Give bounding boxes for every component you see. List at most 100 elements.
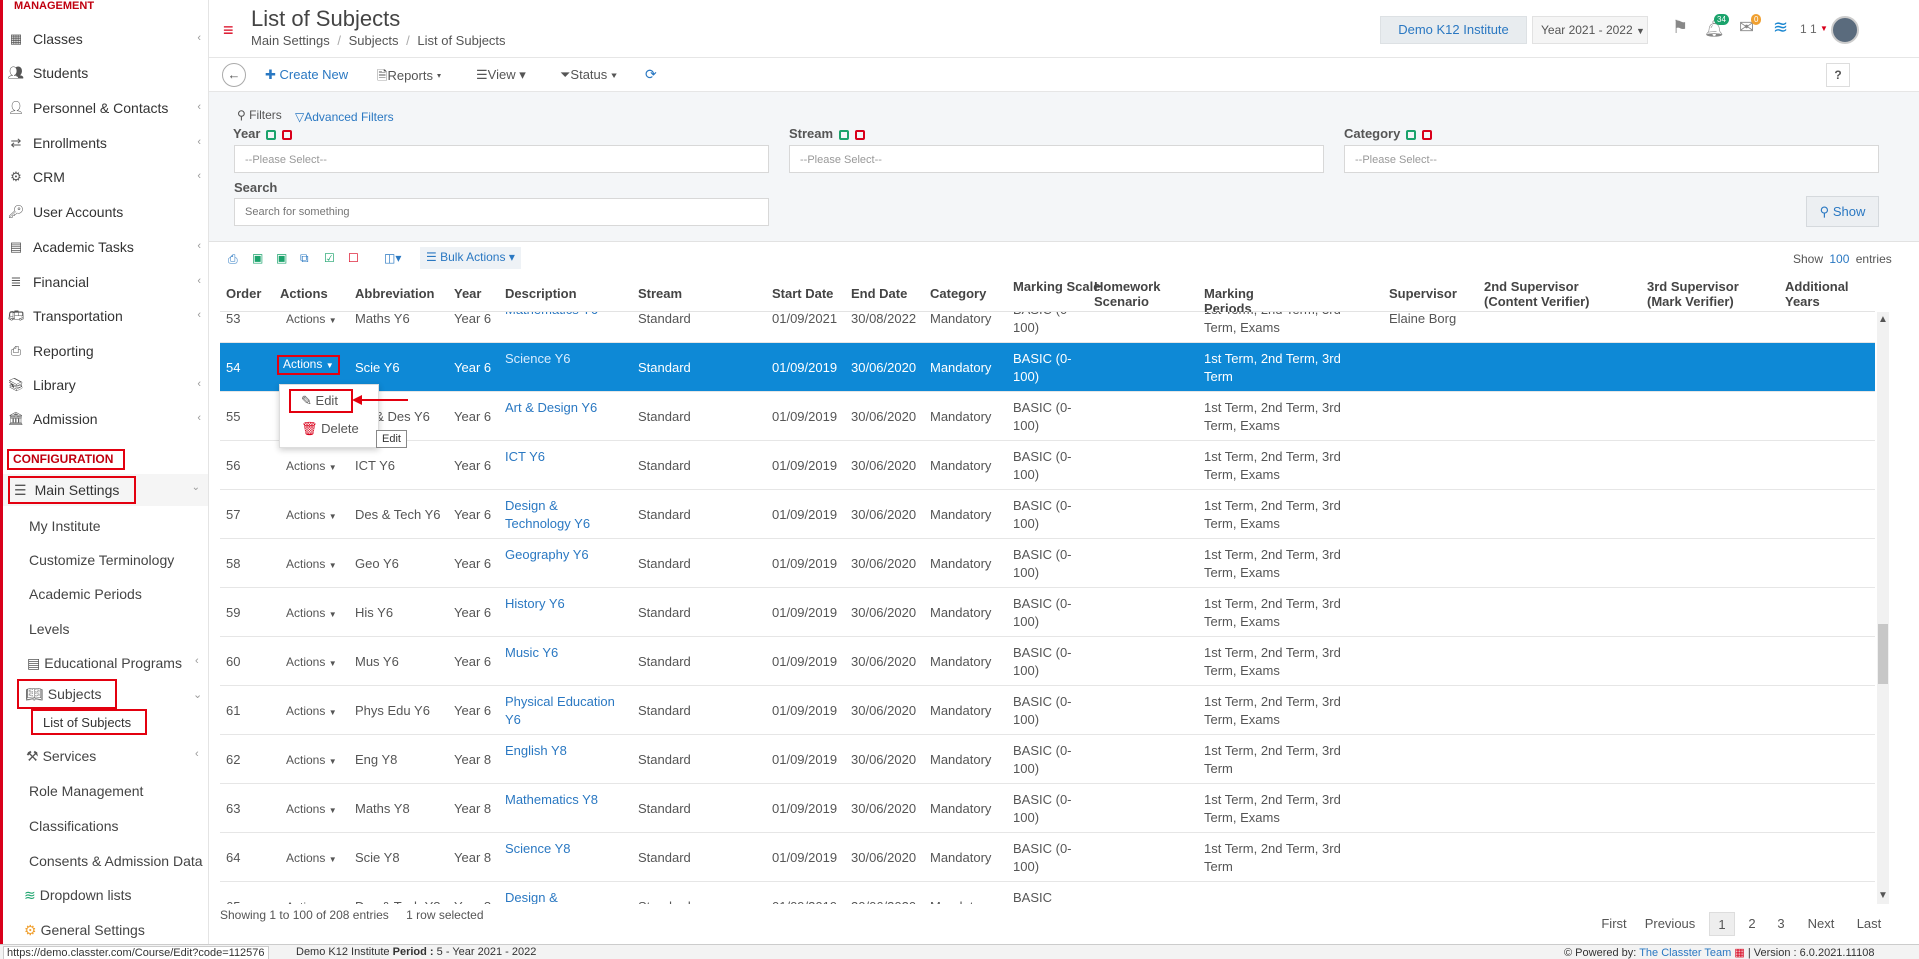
check-all-icon[interactable] bbox=[1406, 129, 1417, 140]
description-link[interactable]: Art & Design Y6 bbox=[505, 399, 625, 417]
actions-button[interactable]: Actions ▼ bbox=[286, 506, 337, 526]
column-header-category[interactable]: Category bbox=[930, 286, 986, 301]
description-link[interactable]: Design & bbox=[505, 889, 625, 904]
year-select[interactable]: Year 2021 - 2022 ▼ bbox=[1532, 16, 1648, 44]
table-row[interactable]: 63 Actions ▼ Maths Y8 Year 8 Mathematics Y8 S… bbox=[220, 784, 1875, 833]
uncheck-all-icon[interactable] bbox=[282, 129, 293, 140]
sidebar-sub-academic-periods[interactable]: Academic Periods bbox=[29, 579, 142, 609]
breadcrumb-item[interactable]: Main Settings bbox=[251, 33, 330, 48]
create-new-button[interactable]: ✚ Create New bbox=[265, 67, 348, 83]
column-header-stream[interactable]: Stream bbox=[638, 286, 682, 301]
column-header-actions[interactable]: Actions bbox=[280, 286, 328, 301]
sidebar-sub-customize-terminology[interactable]: Customize Terminology bbox=[29, 545, 174, 575]
category-select-filter[interactable]: --Please Select-- bbox=[1344, 145, 1879, 173]
sidebar-item-academic-tasks[interactable]: ▤ Academic Tasks ‹ bbox=[7, 231, 207, 263]
column-header-homework-scenario[interactable]: Homework Scenario bbox=[1094, 279, 1184, 309]
show-button[interactable]: ⚲ Show bbox=[1806, 196, 1879, 227]
edit-menu-item[interactable]: ✎ Edit bbox=[289, 389, 353, 413]
sidebar-sub-levels[interactable]: Levels bbox=[29, 614, 69, 644]
column-header-abbreviation[interactable]: Abbreviation bbox=[355, 286, 434, 301]
institute-button[interactable]: Demo K12 Institute bbox=[1380, 16, 1527, 44]
page-first[interactable]: First bbox=[1594, 912, 1634, 936]
column-header-order[interactable]: Order bbox=[226, 286, 261, 301]
sidebar-sub-list-of-subjects[interactable]: List of Subjects bbox=[31, 709, 147, 735]
team-link[interactable]: The Classter Team bbox=[1639, 947, 1731, 959]
flag-icon[interactable]: ⚑ bbox=[1672, 17, 1688, 38]
sidebar-sub-subjects[interactable]: 📖︎ Subjects bbox=[17, 679, 117, 709]
page-previous[interactable]: Previous bbox=[1640, 912, 1700, 936]
deselect-all-icon[interactable]: ☐ bbox=[348, 251, 359, 265]
table-row[interactable]: 54 Actions ▼ Scie Y6 Year 6 Science Y6 Standa… bbox=[220, 343, 1875, 392]
description-link[interactable]: Geography Y6 bbox=[505, 546, 625, 564]
table-row[interactable]: 57 Actions ▼ Des & Tech Y6 Year 6 Design & T… bbox=[220, 490, 1875, 539]
column-header-start-date[interactable]: Start Date bbox=[772, 286, 833, 301]
sidebar-item-admission[interactable]: 🏛︎ Admission ‹ bbox=[7, 403, 207, 435]
table-row[interactable]: 55Actions ▼Art & Des Y6Year 6Art & Desig… bbox=[220, 392, 1875, 441]
status-button[interactable]: ⏷Status ▾ bbox=[560, 67, 617, 83]
column-header-marking-scale[interactable]: Marking Scale bbox=[1013, 279, 1103, 294]
page-length-select[interactable]: 100 bbox=[1829, 252, 1849, 266]
stream-select-filter[interactable]: --Please Select-- bbox=[789, 145, 1324, 173]
column-header-additional-years[interactable]: Additional Years bbox=[1785, 279, 1875, 309]
page-next[interactable]: Next bbox=[1801, 912, 1841, 936]
description-link[interactable]: ICT Y6 bbox=[505, 448, 625, 466]
uncheck-all-icon[interactable] bbox=[1422, 129, 1433, 140]
actions-button[interactable]: Actions ▼ bbox=[286, 702, 337, 722]
description-link[interactable]: Science Y8 bbox=[505, 840, 625, 858]
layers-icon[interactable]: ≋ bbox=[1773, 17, 1788, 38]
sidebar-item-library[interactable]: 📚︎ Library ‹ bbox=[7, 369, 207, 401]
column-header-year[interactable]: Year bbox=[454, 286, 481, 301]
description-link[interactable]: Design & Technology Y6 bbox=[505, 497, 625, 533]
actions-button[interactable]: Actions ▼ bbox=[277, 355, 340, 375]
description-link[interactable]: History Y6 bbox=[505, 595, 625, 613]
description-link[interactable]: Physical Education Y6 bbox=[505, 693, 625, 729]
description-link[interactable]: Mathematics Y8 bbox=[505, 791, 625, 809]
description-link[interactable]: Music Y6 bbox=[505, 644, 625, 662]
hamburger-icon[interactable]: ≡ bbox=[223, 20, 234, 41]
column-header-description[interactable]: Description bbox=[505, 286, 577, 301]
delete-menu-item[interactable]: 🗑︎ Delete bbox=[301, 421, 359, 437]
sidebar-sub-services[interactable]: ⚒ Services bbox=[26, 741, 96, 771]
scroll-thumb[interactable] bbox=[1878, 624, 1888, 684]
table-row[interactable]: 59 Actions ▼ His Y6 Year 6 History Y6 Standar… bbox=[220, 588, 1875, 637]
year-select-filter[interactable]: --Please Select-- bbox=[234, 145, 769, 173]
bulk-actions-button[interactable]: ☰ Bulk Actions ▾ bbox=[420, 247, 521, 269]
column-header-2nd-supervisor-content-verifier[interactable]: 2nd Supervisor (Content Verifier) bbox=[1484, 279, 1614, 309]
sidebar-sub-general-settings[interactable]: ⚙ General Settings bbox=[24, 915, 145, 944]
actions-button[interactable]: Actions ▼ bbox=[286, 800, 337, 820]
scroll-up-icon[interactable]: ▲ bbox=[1878, 314, 1888, 325]
page-last[interactable]: Last bbox=[1852, 912, 1886, 936]
user-menu[interactable]: 1 1 bbox=[1800, 22, 1817, 36]
sidebar-item-students[interactable]: 👥︎ Students bbox=[7, 57, 207, 89]
csv-icon[interactable]: ▣ bbox=[252, 251, 263, 265]
sidebar-item-financial[interactable]: ≣ Financial ‹ bbox=[7, 266, 207, 298]
sidebar-sub-dropdown-lists[interactable]: ≋ Dropdown lists bbox=[24, 880, 132, 910]
page-2[interactable]: 2 bbox=[1740, 912, 1764, 936]
select-all-icon[interactable]: ☑ bbox=[324, 251, 335, 265]
table-row[interactable]: 62 Actions ▼ Eng Y8 Year 8 English Y8 Standar… bbox=[220, 735, 1875, 784]
help-button[interactable]: ? bbox=[1826, 63, 1850, 87]
avatar[interactable] bbox=[1831, 16, 1859, 44]
sidebar-item-user-accounts[interactable]: 🔑︎ User Accounts bbox=[7, 196, 207, 228]
sidebar-item-crm[interactable]: ⚙ CRM ‹ bbox=[7, 161, 207, 193]
sidebar-item-enrollments[interactable]: ⇄ Enrollments ‹ bbox=[7, 127, 207, 159]
column-header-3rd-supervisor-mark-verifier[interactable]: 3rd Supervisor (Mark Verifier) bbox=[1647, 279, 1767, 309]
table-row[interactable]: 64 Actions ▼ Scie Y8 Year 8 Science Y8 Standa… bbox=[220, 833, 1875, 882]
reports-button[interactable]: 🗎︎Reports ▾ bbox=[377, 67, 441, 89]
copy-icon[interactable]: ⧉ bbox=[300, 251, 309, 266]
table-row[interactable]: 61 Actions ▼ Phys Edu Y6 Year 6 Physical Edu… bbox=[220, 686, 1875, 735]
main-settings-row[interactable]: ☰ Main Settings ⌄ bbox=[3, 474, 208, 506]
search-input[interactable] bbox=[234, 198, 769, 226]
uncheck-all-icon[interactable] bbox=[855, 129, 866, 140]
actions-button[interactable]: Actions ▼ bbox=[286, 653, 337, 673]
column-header-end-date[interactable]: End Date bbox=[851, 286, 907, 301]
sidebar-sub-consents-admission-data[interactable]: Consents & Admission Data bbox=[29, 846, 203, 876]
table-row[interactable]: 60 Actions ▼ Mus Y6 Year 6 Music Y6 Standard 0… bbox=[220, 637, 1875, 686]
sidebar-item-classes[interactable]: ▦ Classes ‹ bbox=[7, 23, 207, 55]
actions-button[interactable]: Actions ▼ bbox=[286, 751, 337, 771]
page-1[interactable]: 1 bbox=[1709, 912, 1735, 936]
table-row[interactable]: 65Actions ▼Des & Tech Y8Year 8Design &St… bbox=[220, 882, 1875, 904]
table-row[interactable]: 58 Actions ▼ Geo Y6 Year 6 Geography Y6 Stand… bbox=[220, 539, 1875, 588]
actions-button[interactable]: Actions ▼ bbox=[286, 312, 337, 330]
back-button[interactable]: ← bbox=[222, 63, 246, 87]
